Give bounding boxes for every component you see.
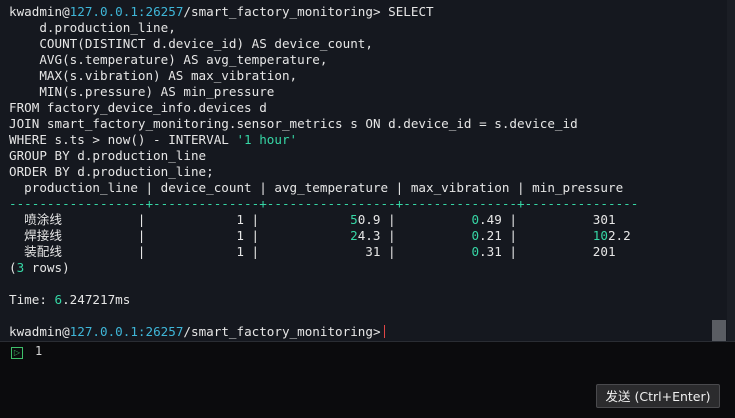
cell-max-vibration-hl: 0 [471, 212, 480, 227]
prompt-symbol: > [372, 324, 381, 339]
cell-production-line: 焊接线 [24, 228, 62, 243]
cell-avg-temperature: 4.3 [357, 228, 381, 243]
scrollbar-thumb[interactable] [712, 320, 726, 341]
prompt-at: @ [62, 324, 70, 339]
prompt-line-current[interactable]: kwadmin@127.0.0.1:26257/smart_factory_mo… [9, 324, 385, 340]
prompt-symbol: > [372, 4, 381, 19]
row-count-text: rows) [24, 260, 70, 275]
cell-avg-temperature-hl: 2 [350, 228, 358, 243]
prompt-host: 127.0.0.1:26257 [69, 324, 184, 339]
cell-min-pressure: 201 [592, 244, 616, 259]
line-number-icon: ▷ [11, 347, 23, 359]
text-cursor [383, 325, 385, 338]
prompt-db: /smart_factory_monitoring [183, 324, 373, 339]
row-count-open: ( [9, 260, 17, 275]
query-line: COUNT(DISTINCT d.device_id) AS device_co… [9, 36, 373, 51]
cell-max-vibration: .21 [479, 228, 502, 243]
prompt-host: 127.0.0.1:26257 [69, 4, 184, 19]
timing-label: Time: [9, 292, 55, 307]
cell-max-vibration-hl: 0 [471, 228, 480, 243]
prompt-line-query: kwadmin@127.0.0.1:26257/smart_factory_mo… [9, 4, 434, 20]
prompt-at: @ [62, 4, 70, 19]
prompt-db: /smart_factory_monitoring [183, 4, 373, 19]
cell-avg-temperature: 31 [365, 244, 381, 259]
prompt-user: kwadmin [9, 4, 63, 19]
cell-device-count: 1 [236, 228, 244, 243]
query-line: SELECT [380, 4, 434, 19]
cell-device-count: 1 [236, 244, 244, 259]
table-row: 焊接线 | 1 | 24.3 | 0.21 | 102.2 [24, 228, 631, 243]
query-line-where: WHERE s.ts > now() - INTERVAL '1 hour' [9, 132, 297, 148]
cell-avg-temperature-hl: 5 [350, 212, 358, 227]
query-line: d.production_line, [9, 20, 176, 35]
query-line: MIN(s.pressure) AS min_pressure [9, 84, 275, 99]
cell-avg-temperature: 0.9 [357, 212, 381, 227]
result-header: production_line | device_count | avg_tem… [9, 180, 624, 195]
table-row: 喷涂线 | 1 | 50.9 | 0.49 | 301 [24, 212, 616, 227]
timing-value-hl: 6 [54, 292, 63, 307]
query-line: JOIN smart_factory_monitoring.sensor_met… [9, 116, 578, 131]
query-where-text: WHERE s.ts > now() - INTERVAL [9, 132, 237, 147]
cell-production-line: 喷涂线 [24, 212, 62, 227]
editor-line-number: 1 [35, 344, 43, 358]
interval-literal: '1 hour' [236, 132, 298, 147]
cell-device-count: 1 [236, 212, 244, 227]
terminal-output[interactable]: kwadmin@127.0.0.1:26257/smart_factory_mo… [0, 0, 727, 341]
cell-min-pressure: 2.2 [607, 228, 631, 243]
timing-value: .247217ms [62, 292, 131, 307]
cell-max-vibration: .31 [479, 244, 502, 259]
row-count: (3 rows) [9, 260, 70, 276]
cell-min-pressure: 301 [592, 212, 616, 227]
app-root: kwadmin@127.0.0.1:26257/smart_factory_mo… [0, 0, 735, 418]
result-separator: ------------------+--------------+------… [9, 196, 639, 211]
query-timing: Time: 6.247217ms [9, 292, 130, 308]
query-line: AVG(s.temperature) AS avg_temperature, [9, 52, 328, 67]
cell-production-line: 装配线 [24, 244, 62, 259]
query-line: MAX(s.vibration) AS max_vibration, [9, 68, 298, 83]
query-line: ORDER BY d.production_line; [9, 164, 214, 179]
cell-max-vibration: .49 [479, 212, 502, 227]
query-line: FROM factory_device_info.devices d [9, 100, 267, 115]
query-line: GROUP BY d.production_line [9, 148, 207, 163]
scrollbar-track[interactable] [727, 0, 735, 341]
cell-max-vibration-hl: 0 [471, 244, 480, 259]
table-row: 装配线 | 1 | 31 | 0.31 | 201 [24, 244, 616, 259]
cell-min-pressure-hl: 10 [592, 228, 608, 243]
send-button[interactable]: 发送 (Ctrl+Enter) [596, 384, 720, 408]
prompt-user: kwadmin [9, 324, 63, 339]
